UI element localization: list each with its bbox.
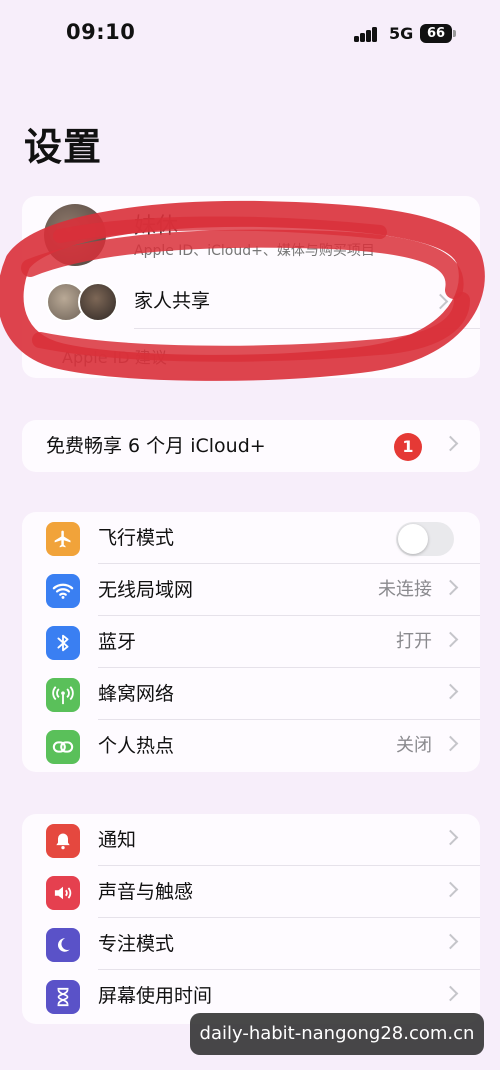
profile-subtitle: Apple ID、iCloud+、媒体与购买项目 [134,243,375,259]
family-sharing-label[interactable]: 家人共享 [134,286,210,313]
chevron-right-icon [442,985,459,1002]
settings-row-wifi[interactable]: 无线局域网 未连接 [22,564,480,616]
wifi-icon [46,574,80,608]
chevron-right-icon [442,881,459,898]
row-label: 蜂窝网络 [98,683,175,705]
settings-row-bluetooth[interactable]: 蓝牙 打开 [22,616,480,668]
row-label: 通知 [98,829,137,851]
hourglass-icon [46,980,80,1014]
row-label: 个人热点 [98,735,175,757]
chevron-right-icon [442,683,459,700]
connectivity-group: 飞行模式 无线局域网 未连接 蓝牙 打开 蜂窝网络 个人热点 关闭 [22,512,480,772]
row-value: 打开 [396,631,432,652]
chevron-right-icon [442,579,459,596]
status-time: 09:10 [66,20,136,44]
icloud-promo-label: 免费畅享 6 个月 iCloud+ [46,435,266,457]
moon-icon [46,928,80,962]
family-avatar [78,282,118,322]
signal-strength-icon [354,26,382,42]
chevron-right-icon [442,735,459,752]
chevron-right-icon [442,933,459,950]
chevron-right-icon [442,435,459,452]
system-group: 通知 声音与触感 专注模式 屏幕使用时间 [22,814,480,1024]
profile-name: 妹休 [134,214,179,239]
icloud-promo-row[interactable]: 免费畅享 6 个月 iCloud+ 1 [22,420,480,472]
network-type: 5G [389,24,414,43]
page-title: 设置 [24,125,103,169]
row-label: 声音与触感 [98,881,194,903]
hotspot-chain-icon [46,730,80,764]
settings-row-focus[interactable]: 专注模式 [22,918,480,970]
row-label: 蓝牙 [98,631,137,653]
family-avatars [46,282,118,322]
speaker-icon [46,876,80,910]
settings-row-cellular[interactable]: 蜂窝网络 [22,668,480,720]
avatar[interactable] [44,204,106,266]
notification-badge: 1 [394,433,422,461]
row-value: 关闭 [396,735,432,756]
row-value: 未连接 [378,579,432,600]
chevron-right-icon [442,829,459,846]
settings-screen: 09:10 5G 66 设置 妹休 Apple ID、iCloud+、媒体与购买… [0,0,500,1070]
chevron-right-icon [432,293,449,310]
profile-card[interactable]: 妹休 Apple ID、iCloud+、媒体与购买项目 家人共享 Apple I… [22,196,480,378]
row-label: 无线局域网 [98,579,194,601]
battery-icon: 66 [420,24,456,43]
divider [134,328,480,329]
row-label: 专注模式 [98,933,175,955]
airplane-mode-toggle[interactable] [396,522,454,556]
settings-row-airplane-mode[interactable]: 飞行模式 [22,512,480,564]
airplane-icon [46,522,80,556]
chevron-right-icon [442,631,459,648]
settings-row-sounds-haptics[interactable]: 声音与触感 [22,866,480,918]
cellular-antenna-icon [46,678,80,712]
bluetooth-icon [46,626,80,660]
settings-row-notifications[interactable]: 通知 [22,814,480,866]
notification-bell-icon [46,824,80,858]
settings-row-personal-hotspot[interactable]: 个人热点 关闭 [22,720,480,772]
apple-id-suggestions-label[interactable]: Apple ID 建议 [62,344,167,368]
status-bar: 09:10 5G 66 [0,0,500,68]
watermark: daily-habit-nangong28.com.cn [190,1013,484,1055]
row-label: 飞行模式 [98,527,175,549]
